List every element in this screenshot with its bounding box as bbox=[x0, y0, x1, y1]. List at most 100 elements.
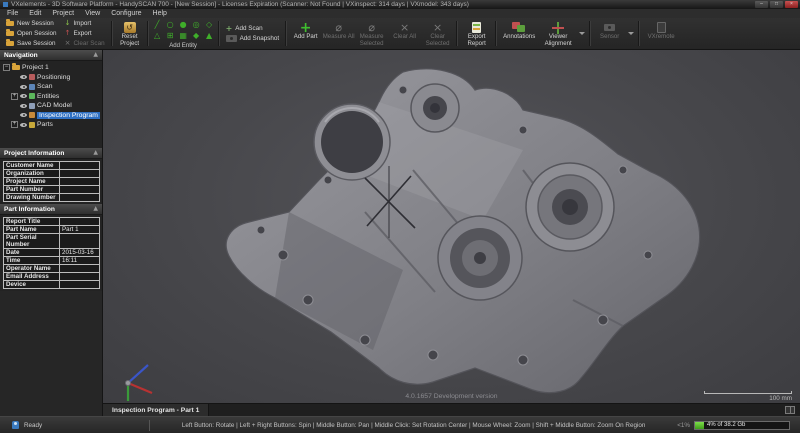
visibility-eye-icon[interactable] bbox=[20, 103, 27, 108]
entity-line-icon[interactable]: ╱ bbox=[151, 19, 164, 30]
table-row: Part Number bbox=[3, 185, 100, 194]
measure-all-button[interactable]: ⌀ Measure All bbox=[322, 19, 355, 48]
export-report-button[interactable]: Export Report bbox=[460, 19, 493, 48]
expander-icon[interactable]: + bbox=[11, 92, 18, 100]
part-name-field[interactable]: Part 1 bbox=[59, 225, 100, 234]
reset-project-button[interactable]: ↺ Reset Project bbox=[115, 19, 145, 48]
viewer-alignment-button[interactable]: Viewer Alignment bbox=[539, 19, 577, 48]
clear-selected-button[interactable]: × Clear Selected bbox=[421, 19, 454, 48]
expander-icon[interactable]: − bbox=[3, 64, 10, 72]
entity-mesh-icon[interactable]: ▦ bbox=[177, 30, 190, 41]
operator-name-field[interactable] bbox=[59, 264, 100, 273]
reset-icon: ↺ bbox=[123, 22, 136, 33]
save-session-button[interactable]: Save Session bbox=[2, 38, 61, 48]
tree-item-parts[interactable]: + Parts bbox=[3, 120, 102, 130]
customer-name-field[interactable] bbox=[59, 161, 100, 170]
panel-collapse-icon[interactable]: ▲ bbox=[93, 206, 98, 212]
tree-item-scan[interactable]: Scan bbox=[3, 82, 102, 92]
import-button[interactable]: ↓ Import bbox=[61, 19, 109, 29]
date-field[interactable]: 2015-03-16 bbox=[59, 248, 100, 257]
entity-point-icon[interactable]: ● bbox=[177, 19, 190, 30]
entity-slot-icon[interactable]: ◇ bbox=[203, 19, 216, 30]
folder-icon bbox=[6, 19, 14, 27]
panel-collapse-icon[interactable]: ▲ bbox=[93, 150, 98, 156]
add-scan-button[interactable]: + Add Scan bbox=[222, 24, 284, 34]
project-folder-icon bbox=[12, 63, 20, 71]
device-field[interactable] bbox=[59, 280, 100, 289]
chevron-down-icon[interactable] bbox=[579, 32, 586, 35]
part-serial-field[interactable] bbox=[59, 233, 100, 249]
organization-field[interactable] bbox=[59, 169, 100, 178]
project-info-panel-header[interactable]: Project Information ▲ bbox=[0, 148, 102, 159]
clear-scan-button[interactable]: × Clear Scan bbox=[61, 38, 109, 48]
tree-item-cad-model[interactable]: CAD Model bbox=[3, 101, 102, 111]
tree-item-positioning[interactable]: Positioning bbox=[3, 73, 102, 83]
menu-bar: File Edit Project View Configure Help bbox=[0, 9, 800, 18]
add-snapshot-button[interactable]: Add Snapshot bbox=[222, 34, 284, 44]
menu-configure[interactable]: Configure bbox=[111, 10, 141, 17]
expander-icon[interactable]: + bbox=[11, 121, 18, 129]
vxremote-button[interactable]: VXremote bbox=[642, 19, 680, 48]
table-row: Drawing Number bbox=[3, 193, 100, 202]
navigation-tree: − Project 1 Positioning Scan + Entities … bbox=[0, 61, 102, 148]
annotations-button[interactable]: Annotations bbox=[499, 19, 539, 48]
export-button[interactable]: ↑ Export bbox=[61, 29, 109, 39]
visibility-eye-icon[interactable] bbox=[20, 94, 27, 99]
panel-collapse-icon[interactable]: ▲ bbox=[93, 52, 98, 58]
status-text: Ready bbox=[24, 421, 43, 429]
close-button[interactable]: × bbox=[785, 1, 798, 8]
open-session-button[interactable]: Open Session bbox=[2, 29, 61, 39]
entity-sphere-icon[interactable]: ◆ bbox=[190, 30, 203, 41]
part-number-field[interactable] bbox=[59, 185, 100, 194]
menu-file[interactable]: File bbox=[7, 10, 18, 17]
clear-all-button[interactable]: × Clear All bbox=[388, 19, 421, 48]
time-field[interactable]: 16:11 bbox=[59, 256, 100, 265]
entity-cone-icon[interactable]: ▲ bbox=[203, 30, 216, 41]
entity-target-icon[interactable]: ◎ bbox=[190, 19, 203, 30]
entity-plane-icon[interactable]: △ bbox=[151, 30, 164, 41]
tree-item-project[interactable]: − Project 1 bbox=[3, 63, 102, 73]
new-session-button[interactable]: New Session bbox=[2, 19, 61, 29]
add-part-button[interactable]: + Add Part bbox=[289, 19, 322, 48]
cad-model-icon bbox=[29, 102, 35, 109]
tab-inspection-program[interactable]: Inspection Program - Part 1 bbox=[103, 404, 210, 416]
navigation-panel-header[interactable]: Navigation ▲ bbox=[0, 50, 102, 61]
menu-help[interactable]: Help bbox=[153, 10, 167, 17]
cpu-usage: <1% bbox=[677, 421, 690, 429]
visibility-eye-icon[interactable] bbox=[20, 75, 27, 80]
maximize-button[interactable]: □ bbox=[770, 1, 783, 8]
clear-icon: × bbox=[400, 21, 410, 34]
sensor-button[interactable]: Sensor bbox=[593, 19, 626, 48]
table-row: Operator Name bbox=[3, 264, 100, 273]
table-row: Customer Name bbox=[3, 161, 100, 170]
viewport-layout-icon[interactable] bbox=[785, 406, 795, 414]
menu-project[interactable]: Project bbox=[52, 10, 74, 17]
entity-grid-icon[interactable]: ⊞ bbox=[164, 30, 177, 41]
menu-edit[interactable]: Edit bbox=[29, 10, 41, 17]
viewport-tab-bar: Inspection Program - Part 1 bbox=[103, 403, 800, 416]
entity-circle-icon[interactable]: ○ bbox=[164, 19, 177, 30]
part-info-panel-header[interactable]: Part Information ▲ bbox=[0, 204, 102, 215]
viewport-3d[interactable]: 4.0.1657 Development version 100 mm bbox=[103, 50, 800, 403]
visibility-eye-icon[interactable] bbox=[20, 122, 27, 127]
toolbar-separator bbox=[456, 21, 459, 46]
drawing-number-field[interactable] bbox=[59, 193, 100, 202]
visibility-eye-icon[interactable] bbox=[20, 84, 27, 89]
tree-item-inspection-program[interactable]: Inspection Program bbox=[3, 111, 102, 121]
tree-item-entities[interactable]: + Entities bbox=[3, 92, 102, 102]
folder-open-icon bbox=[6, 29, 14, 36]
report-title-field[interactable] bbox=[59, 217, 100, 226]
email-address-field[interactable] bbox=[59, 272, 100, 281]
annotations-flags-icon bbox=[512, 22, 526, 33]
visibility-eye-icon[interactable] bbox=[20, 113, 27, 118]
table-row: Part Name Part 1 bbox=[3, 225, 100, 234]
menu-view[interactable]: View bbox=[85, 10, 100, 17]
project-name-field[interactable] bbox=[59, 177, 100, 186]
minimize-button[interactable]: – bbox=[755, 1, 768, 8]
report-document-icon bbox=[472, 22, 482, 33]
measure-selected-button[interactable]: ⌀ Measure Selected bbox=[355, 19, 388, 48]
title-bar: VXelements - 3D Software Platform - Hand… bbox=[0, 0, 800, 9]
toolbar-separator bbox=[495, 21, 498, 46]
cad-model-render bbox=[125, 68, 701, 401]
chevron-down-icon[interactable] bbox=[628, 32, 635, 35]
